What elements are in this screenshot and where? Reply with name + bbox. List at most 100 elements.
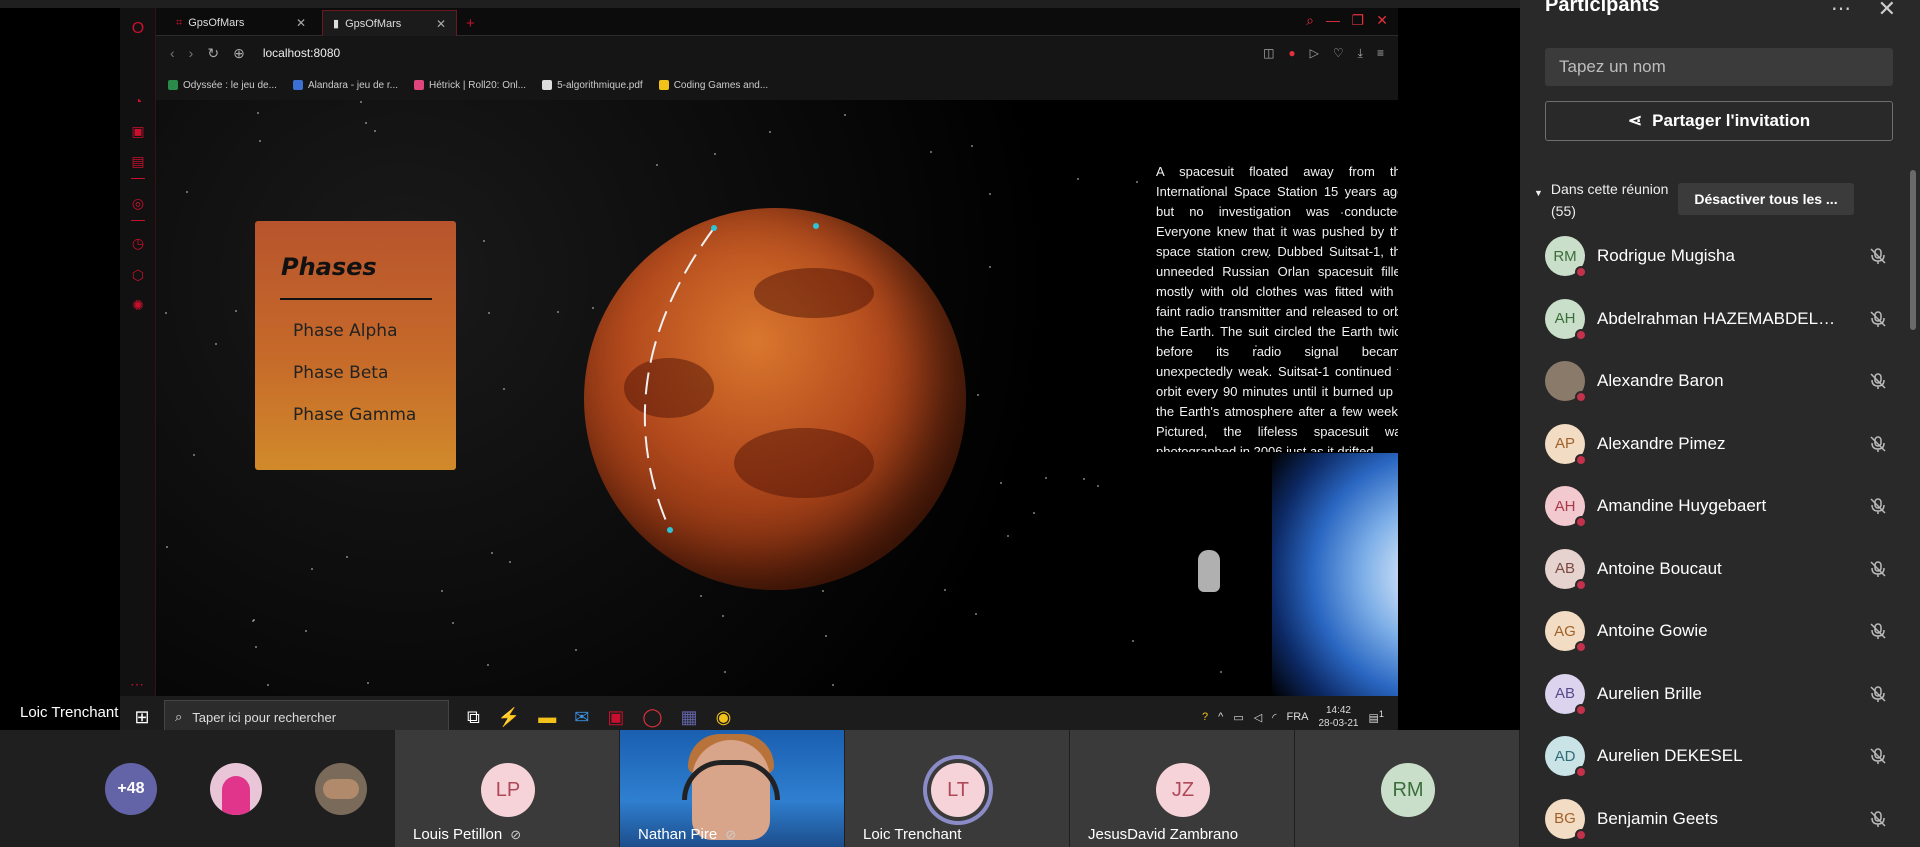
heart-icon[interactable]: ♡	[1333, 46, 1344, 61]
participant-row[interactable]: AG Antoine Gowie	[1545, 600, 1887, 663]
participant-row[interactable]: RM Rodrigue Mugisha	[1545, 225, 1887, 288]
video-tile[interactable]: LT Loic Trenchant	[845, 730, 1069, 847]
history-icon[interactable]: ◷	[129, 234, 147, 252]
download-icon[interactable]: ⤓	[1358, 46, 1363, 61]
phase-beta-link[interactable]: Phase Beta	[293, 363, 388, 383]
more-dots-icon[interactable]: ⋯	[130, 676, 144, 693]
close-icon[interactable]: ✕	[1878, 0, 1896, 22]
tile-name-label: Nathan Pire ⊘	[638, 826, 736, 843]
bookmark-item[interactable]: 5-algorithmique.pdf	[542, 80, 643, 91]
star	[451, 621, 454, 624]
volume-icon[interactable]: ◁	[1254, 711, 1262, 724]
participant-list: RM Rodrigue Mugisha AH Abdelrahman HAZEM…	[1545, 225, 1887, 847]
bag-icon[interactable]: ▣	[129, 122, 147, 140]
more-options-icon[interactable]: ⋯	[1831, 0, 1851, 21]
opera-logo-icon[interactable]: O	[129, 20, 147, 38]
participant-row[interactable]: Alexandre Baron	[1545, 350, 1887, 413]
phase-gamma-link[interactable]: Phase Gamma	[293, 405, 416, 425]
adblock-icon[interactable]: ●	[1288, 46, 1295, 61]
clock[interactable]: 14:42 28-03-21	[1318, 704, 1358, 730]
url-field[interactable]: localhost:8080	[263, 46, 340, 60]
phase-alpha-link[interactable]: Phase Alpha	[293, 321, 398, 341]
participant-photo-avatar[interactable]	[210, 763, 262, 815]
reload-icon[interactable]: ↻	[207, 45, 219, 62]
bookmark-item[interactable]: Odyssée : le jeu de...	[168, 80, 277, 91]
new-tab-button[interactable]: +	[456, 10, 485, 36]
visual-studio-icon[interactable]: ⚡	[498, 707, 520, 728]
close-tab-icon[interactable]: ✕	[296, 16, 306, 30]
mars-planet-image[interactable]	[584, 208, 966, 590]
site-info-icon[interactable]: ⊕	[233, 45, 245, 62]
tab-gpsofmars-1[interactable]: ⌗ GpsOfMars ✕	[166, 10, 316, 36]
tile-avatar: RM	[1381, 763, 1435, 817]
windows-start-icon[interactable]: ⊞	[120, 707, 164, 728]
mic-off-icon[interactable]	[1869, 560, 1887, 578]
participant-row[interactable]: AB Antoine Boucaut	[1545, 538, 1887, 601]
easy-setup-icon[interactable]: ≡	[1377, 46, 1384, 61]
overflow-participants-button[interactable]: +48	[105, 763, 157, 815]
participant-row[interactable]: AP Alexandre Pimez	[1545, 413, 1887, 476]
participant-row[interactable]: AH Amandine Huygebaert	[1545, 475, 1887, 538]
tile-name-label: Louis Petillon ⊘	[413, 826, 521, 843]
opera-taskbar-icon[interactable]: ◯	[642, 707, 662, 728]
video-tile[interactable]: Nathan Pire ⊘	[620, 730, 844, 847]
participant-search-input[interactable]	[1545, 48, 1893, 86]
search-icon[interactable]: ⌕	[1306, 12, 1314, 29]
taskbar-search-box[interactable]: ⌕ Taper ici pour rechercher	[164, 700, 449, 734]
in-meeting-section-header[interactable]: ▼ Dans cette réunion (55)	[1534, 180, 1668, 220]
mic-off-icon[interactable]	[1869, 497, 1887, 515]
twitch-icon[interactable]: ▤	[129, 152, 147, 170]
box-icon[interactable]: ⬡	[129, 266, 147, 284]
chevron-up-icon[interactable]: ^	[1218, 711, 1223, 723]
mic-off-icon[interactable]	[1869, 685, 1887, 703]
player-icon[interactable]: ◎	[129, 194, 147, 212]
participant-row[interactable]: AH Abdelrahman HAZEMABDELF...	[1545, 288, 1887, 351]
participant-row[interactable]: BG Benjamin Geets	[1545, 788, 1887, 847]
chrome-icon[interactable]: ◉	[716, 707, 732, 728]
help-icon[interactable]: ?	[1202, 711, 1208, 723]
bookmark-item[interactable]: Hétrick | Roll20: Onl...	[414, 80, 526, 91]
speed-dial-icon[interactable]: ◔	[129, 92, 147, 110]
scrollbar[interactable]	[1910, 170, 1916, 330]
star	[491, 552, 494, 555]
back-icon[interactable]: ‹	[170, 45, 175, 61]
minimize-icon[interactable]: —	[1326, 12, 1340, 28]
participant-photo-avatar[interactable]	[315, 763, 367, 815]
task-view-icon[interactable]: ⧉	[467, 707, 480, 728]
restore-icon[interactable]: ❐	[1351, 12, 1364, 29]
battery-icon[interactable]: ▭	[1233, 711, 1243, 724]
avatar: AB	[1545, 548, 1587, 591]
notification-icon[interactable]: ▤1	[1369, 709, 1385, 725]
snipping-tool-icon[interactable]: ▣	[607, 707, 624, 728]
mic-off-icon[interactable]	[1869, 747, 1887, 765]
bookmark-item[interactable]: Coding Games and...	[658, 80, 768, 91]
camera-icon[interactable]: ◫	[1263, 46, 1274, 61]
mail-icon[interactable]: ✉	[574, 707, 589, 728]
mute-all-button[interactable]: Désactiver tous les ...	[1678, 183, 1854, 215]
mic-off-icon[interactable]	[1869, 372, 1887, 390]
participant-row[interactable]: AB Aurelien Brille	[1545, 663, 1887, 726]
share-invitation-button[interactable]: ⋖ Partager l'invitation	[1545, 101, 1893, 141]
mic-off-icon: ⊘	[725, 826, 737, 842]
video-tile[interactable]: JZ JesusDavid Zambrano	[1070, 730, 1294, 847]
video-tile[interactable]: LP Louis Petillon ⊘	[395, 730, 619, 847]
language-indicator[interactable]: FRA	[1286, 711, 1308, 723]
tab-gpsofmars-2[interactable]: ▮ GpsOfMars ✕	[322, 10, 457, 36]
forward-icon[interactable]: ›	[189, 45, 194, 61]
bookmark-item[interactable]: Alandara - jeu de r...	[292, 80, 398, 91]
wifi-icon[interactable]: ◜	[1272, 711, 1276, 724]
video-tile[interactable]: RM	[1295, 730, 1519, 847]
teams-taskbar-icon[interactable]: ▦	[681, 707, 698, 728]
close-window-icon[interactable]: ✕	[1376, 12, 1388, 29]
file-explorer-icon[interactable]: ▬	[538, 707, 556, 728]
participant-row[interactable]: AD Aurelien DEKESEL	[1545, 725, 1887, 788]
close-tab-icon[interactable]: ✕	[436, 17, 446, 31]
mic-off-icon[interactable]	[1869, 247, 1887, 265]
mic-off-icon[interactable]	[1869, 622, 1887, 640]
send-icon[interactable]: ▷	[1310, 46, 1319, 61]
mic-off-icon[interactable]	[1869, 810, 1887, 828]
share-invitation-label: Partager l'invitation	[1652, 111, 1811, 130]
mic-off-icon[interactable]	[1869, 435, 1887, 453]
mic-off-icon[interactable]	[1869, 310, 1887, 328]
settings-gear-icon[interactable]: ✺	[129, 296, 147, 314]
